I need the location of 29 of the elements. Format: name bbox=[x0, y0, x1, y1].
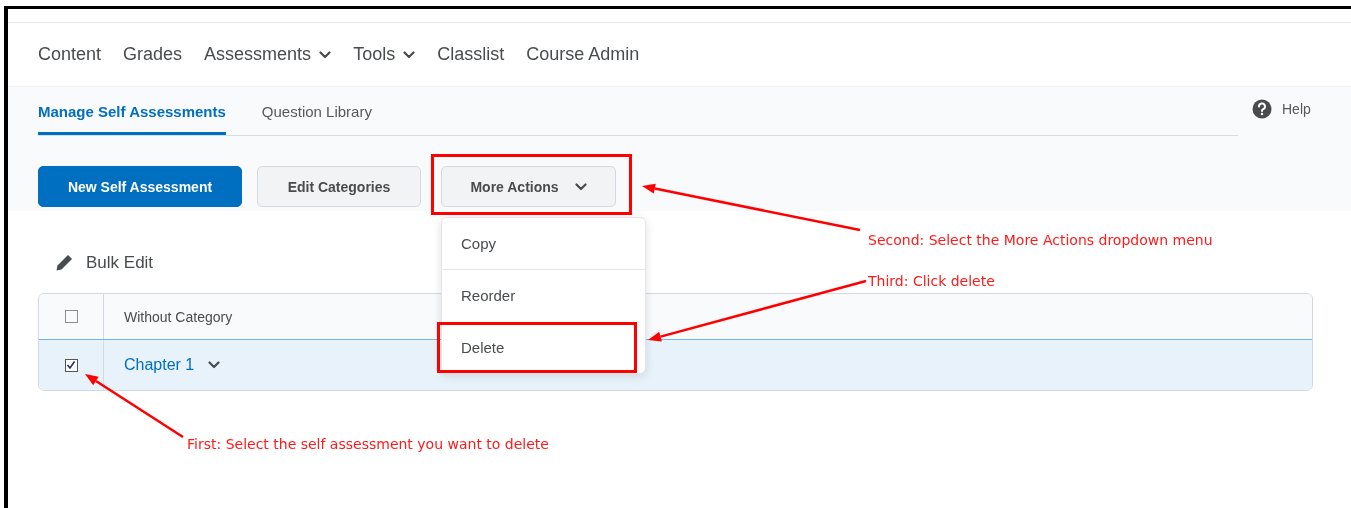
annotation-text: Second: Select the More Actions dropdown menu bbox=[868, 231, 1213, 249]
nav-link[interactable]: Classlist bbox=[437, 44, 505, 65]
chevron-down-icon bbox=[574, 182, 587, 191]
annotation-text: First: Select the self assessment you want to delete bbox=[187, 435, 549, 453]
new-button[interactable]: New Self Assessment bbox=[38, 166, 242, 207]
checkbox[interactable] bbox=[64, 310, 78, 323]
assessment-link[interactable]: Chapter 1 bbox=[124, 356, 195, 374]
edit-categories-button[interactable]: Edit Categories bbox=[257, 166, 421, 207]
more-actions-button[interactable]: More Actions bbox=[441, 166, 616, 207]
tab[interactable]: Question Library bbox=[261, 87, 372, 135]
bulk-edit-link[interactable]: Bulk Edit bbox=[86, 253, 154, 273]
nav-link[interactable]: Tools bbox=[353, 44, 416, 65]
nav-link[interactable]: Grades bbox=[123, 44, 183, 65]
menu-item[interactable]: Delete bbox=[437, 322, 637, 373]
category-heading: Without Category bbox=[124, 308, 233, 325]
chevron-down-icon bbox=[403, 50, 416, 59]
pencil-icon bbox=[54, 253, 74, 273]
nav-link[interactable]: Course Admin bbox=[526, 44, 640, 65]
tab[interactable]: Manage Self Assessments bbox=[38, 87, 226, 135]
checkbox[interactable] bbox=[64, 358, 78, 372]
annotation-text: Third: Click delete bbox=[868, 272, 995, 290]
help-icon[interactable] bbox=[1252, 99, 1272, 119]
nav-link[interactable]: Assessments bbox=[204, 44, 332, 65]
help-link[interactable]: Help bbox=[1282, 101, 1311, 117]
chevron-down-icon bbox=[319, 50, 332, 59]
menu-item[interactable]: Reorder bbox=[442, 269, 645, 321]
nav-link[interactable]: Content bbox=[38, 44, 102, 65]
chevron-down-icon bbox=[208, 361, 221, 369]
menu-item[interactable]: Copy bbox=[442, 218, 645, 269]
